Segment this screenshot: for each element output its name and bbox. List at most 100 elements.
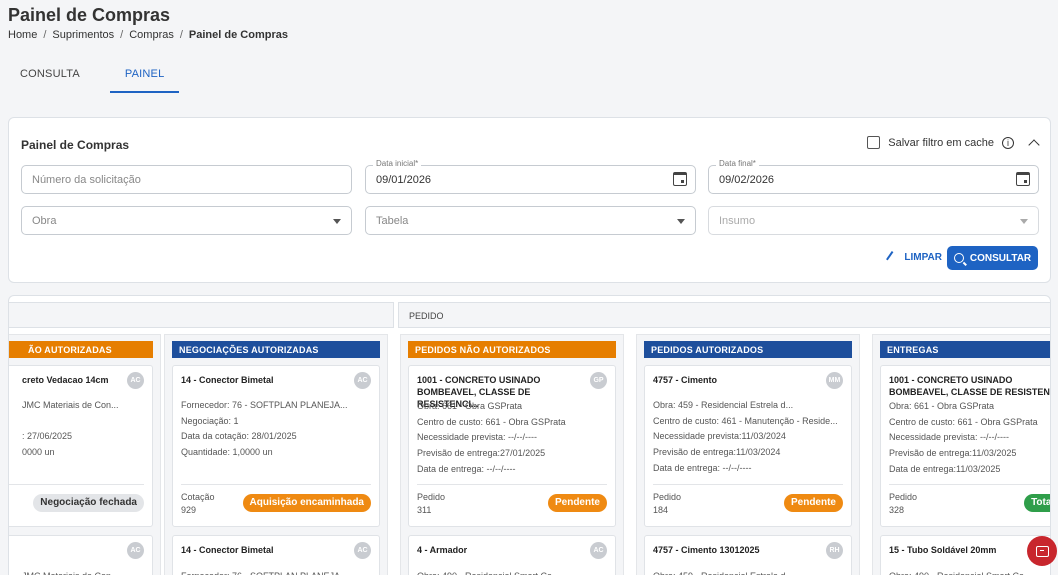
column-header: ÃO AUTORIZADAS	[9, 341, 153, 358]
group-header-pedido: PEDIDO	[398, 302, 1050, 328]
data-final-value: 09/02/2026	[719, 174, 775, 186]
card-details: Fornecedor: 76 - SOFTPLAN PLANEJA...	[181, 569, 371, 575]
avatar: AC	[590, 542, 607, 559]
breadcrumb-separator: /	[43, 29, 47, 41]
cache-filter-toggle: Salvar filtro em cache i	[867, 136, 1040, 151]
data-inicial-label: Data inicial*	[373, 159, 422, 168]
caret-down-icon	[1020, 219, 1028, 224]
avatar: MM	[826, 372, 843, 389]
footer-value[interactable]: 328	[889, 504, 917, 517]
card-detail-line: Obra: 459 - Residencial Estrela d...	[653, 400, 794, 410]
card-details: Obra: 661 - Obra GSPrata Centro de custo:…	[889, 399, 1050, 478]
info-icon[interactable]: i	[1002, 136, 1014, 149]
card-footer: Pedido 328 Totalmente e	[889, 484, 1050, 526]
card-footer-info: Pedido 311	[417, 491, 445, 517]
card-detail-line: Fornecedor: 76 - SOFTPLAN PLANEJA...	[181, 400, 348, 410]
card-detail-line: Centro de custo: 461 - Manutenção - Resi…	[653, 415, 838, 426]
caret-down-icon	[333, 219, 341, 224]
card-footer: Cotação 929 Aquisição encaminhada	[181, 484, 371, 526]
column-header: PEDIDOS NÃO AUTORIZADOS	[408, 341, 616, 358]
card-detail-line: Obra: 661 - Obra GSPrata	[417, 401, 523, 411]
kanban-column: ENTREGAS 1001 - CONCRETO USINADO BOMBEAVE…	[872, 334, 1050, 575]
calendar-icon[interactable]	[673, 172, 687, 186]
card-detail-line: Centro de custo: 661 - Obra GSPrata	[417, 416, 566, 427]
data-inicial-field[interactable]: Data inicial* 09/01/2026	[365, 159, 696, 194]
card-title: 1001 - CONCRETO USINADO BOMBEAVEL, CLASS…	[889, 375, 1050, 397]
card-detail-line: Data da cotação: 28/01/2025	[181, 431, 297, 442]
footer-value[interactable]: 184	[653, 504, 681, 517]
avatar: AC	[127, 372, 144, 389]
column-header: NEGOCIAÇÕES AUTORIZADAS	[172, 341, 380, 358]
tabela-placeholder: Tabela	[376, 215, 409, 227]
chevron-up-icon[interactable]	[1028, 138, 1040, 151]
tab-painel[interactable]: PAINEL	[109, 60, 180, 93]
card-detail-line: JMC Materiais de Con...	[22, 569, 144, 575]
card-footer: Negociação fechada	[9, 484, 144, 526]
card-detail-line: Data de entrega:11/03/2025	[889, 463, 1001, 474]
cache-checkbox[interactable]	[867, 136, 881, 149]
card-details: JMC Materiais de Con...: 27/06/2025 0000 …	[22, 398, 144, 461]
purchase-card[interactable]: 14 - Conector Bimetal AC Fornecedor: 76 - …	[172, 535, 380, 575]
avatar: RH	[826, 542, 843, 559]
card-details: Fornecedor: 76 - SOFTPLAN PLANEJA... Nego…	[181, 398, 371, 461]
breadcrumb-compras[interactable]: Compras	[129, 29, 174, 41]
card-details: JMC Materiais de Con...	[22, 569, 144, 575]
insumo-placeholder: Insumo	[719, 215, 756, 227]
avatar: AC	[127, 542, 144, 559]
tabela-select[interactable]: Tabela	[365, 206, 696, 235]
card-footer: Pedido 184 Pendente	[653, 484, 843, 526]
card-detail-line: Obra: 661 - Obra GSPrata	[889, 401, 995, 411]
purchase-card[interactable]: 14 - Conector Bimetal AC Fornecedor: 76 - …	[172, 365, 380, 527]
purchase-card[interactable]: 4 - Armador AC Obra: 490 - Residencial Sma…	[408, 535, 616, 575]
card-detail-line: Negociação: 1	[181, 415, 239, 426]
obra-placeholder: Obra	[32, 215, 57, 227]
data-final-field[interactable]: Data final* 09/02/2026	[708, 159, 1039, 194]
card-title: 4 - Armador	[417, 545, 468, 555]
kanban-column: PEDIDOS NÃO AUTORIZADOS 1001 - CONCRETO U…	[400, 334, 624, 575]
numero-placeholder: Número da solicitação	[32, 174, 141, 186]
column-header: PEDIDOS AUTORIZADOS	[644, 341, 852, 358]
card-detail-line: Necessidade prevista:11/03/2024	[653, 431, 786, 442]
avatar: AC	[354, 542, 371, 559]
group-header-negociacao	[9, 302, 394, 328]
footer-value[interactable]: 929	[181, 504, 215, 517]
card-title: creto Vedacao 14cm	[22, 375, 109, 385]
numero-solicitacao-input[interactable]: Número da solicitação	[21, 165, 352, 194]
purchase-card[interactable]: AC JMC Materiais de Con...	[9, 535, 153, 575]
card-details: Obra: 459 - Residencial Estrela d... Cent…	[653, 398, 843, 477]
card-footer-info: Pedido 328	[889, 491, 917, 517]
status-badge: Negociação fechada	[33, 494, 144, 512]
footer-label: Cotação	[181, 492, 215, 502]
card-title: 14 - Conector Bimetal	[181, 545, 274, 555]
feedback-button[interactable]	[1027, 536, 1057, 566]
limpar-button[interactable]: LIMPAR	[886, 250, 942, 265]
purchase-card[interactable]: creto Vedacao 14cm AC JMC Materiais de Con…	[9, 365, 153, 527]
card-detail-line: Necessidade prevista: --/--/----	[417, 432, 538, 443]
card-detail-line: Fornecedor: 76 - SOFTPLAN PLANEJA...	[181, 569, 371, 575]
card-detail-line: Obra: 490 - Residencial Smart Ca...	[889, 569, 1050, 575]
breadcrumb-separator: /	[120, 29, 124, 41]
card-details: Obra: 490 - Residencial Smart Ca...	[417, 569, 607, 575]
insumo-select[interactable]: Insumo	[708, 206, 1039, 235]
search-icon	[953, 253, 964, 263]
obra-select[interactable]: Obra	[21, 206, 352, 235]
purchase-card[interactable]: 1001 - CONCRETO USINADO BOMBEAVEL, CLASS…	[880, 365, 1050, 527]
tab-consulta[interactable]: CONSULTA	[8, 60, 92, 93]
purchase-card[interactable]: 1001 - CONCRETO USINADO BOMBEAVEL, CLASS…	[408, 365, 616, 527]
card-detail-line: Data de entrega: --/--/----	[417, 463, 516, 474]
cache-label[interactable]: Salvar filtro em cache	[888, 137, 994, 149]
footer-label: Pedido	[417, 492, 446, 502]
breadcrumb-home[interactable]: Home	[8, 29, 37, 41]
card-detail-line	[22, 414, 144, 430]
purchase-card[interactable]: 4757 - Cimento 13012025 RH Obra: 459 - Res…	[644, 535, 852, 575]
caret-down-icon	[677, 219, 685, 224]
breadcrumb-separator: /	[179, 29, 183, 41]
consultar-button[interactable]: CONSULTAR	[947, 246, 1038, 270]
status-badge: Totalmente e	[1024, 494, 1050, 512]
footer-value[interactable]: 311	[417, 504, 445, 517]
purchase-card[interactable]: 4757 - Cimento MM Obra: 459 - Residencial …	[644, 365, 852, 527]
card-title: 4757 - Cimento	[653, 375, 718, 385]
calendar-icon[interactable]	[1016, 172, 1030, 186]
breadcrumb-suprimentos[interactable]: Suprimentos	[52, 29, 114, 41]
purchase-card[interactable]: 15 - Tubo Soldável 20mmObra: 490 - Resid…	[880, 535, 1050, 575]
